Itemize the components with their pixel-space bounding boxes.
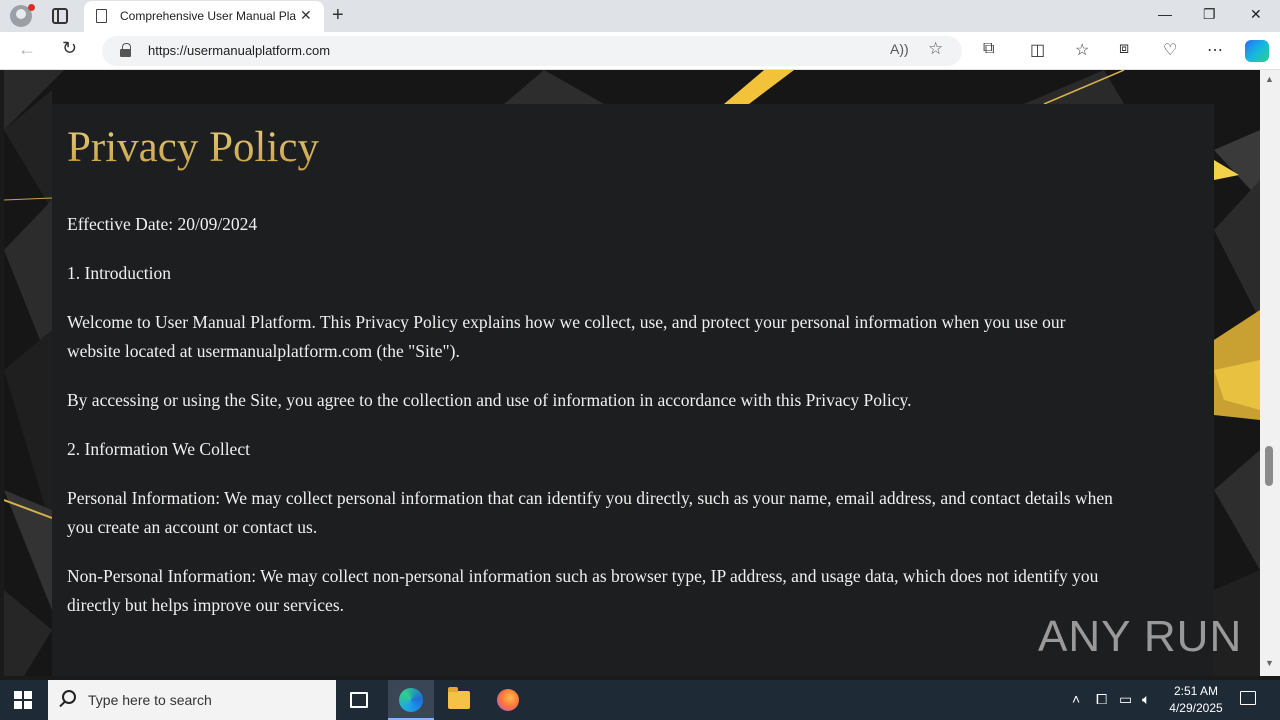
edge-taskbar-button[interactable] <box>388 680 434 720</box>
tab-actions-icon[interactable] <box>52 8 68 24</box>
clock-date: 4/29/2025 <box>1169 701 1223 715</box>
tab-close-button[interactable]: ✕ <box>300 7 312 24</box>
policy-article: Privacy Policy Effective Date: 20/09/202… <box>67 120 1117 640</box>
lock-icon[interactable] <box>120 43 131 57</box>
scroll-up-icon[interactable]: ▲ <box>1265 74 1274 84</box>
favorite-star-icon[interactable]: ☆ <box>928 39 943 59</box>
file-explorer-icon[interactable] <box>448 687 470 709</box>
page-scrollbar[interactable]: ▲ ▼ <box>1260 70 1280 676</box>
split-screen-icon[interactable]: ◫ <box>1030 40 1045 60</box>
anyrun-watermark: ANY RUN <box>1038 612 1243 661</box>
page-viewport: Privacy Policy Effective Date: 20/09/202… <box>4 70 1260 676</box>
favorites-icon[interactable]: ☆ <box>1075 40 1089 60</box>
page-icon <box>96 9 107 23</box>
task-view-icon[interactable] <box>350 692 368 708</box>
tab-title: Comprehensive User Manual Platform <box>120 9 296 23</box>
search-icon <box>62 690 76 704</box>
taskbar-search[interactable]: Type here to search <box>48 680 336 720</box>
windows-start-icon[interactable] <box>14 691 32 709</box>
system-clock[interactable]: 2:51 AM 4/29/2025 <box>1160 683 1232 717</box>
tab-strip: Comprehensive User Manual Platform ✕ + —… <box>0 0 1280 32</box>
minimize-button[interactable]: — <box>1158 6 1172 22</box>
taskbar: Type here to search ˄ ⧠ ▭ 🔈︎ 2:51 AM 4/2… <box>0 680 1280 720</box>
back-icon[interactable]: ← <box>18 39 36 60</box>
paragraph-welcome: Welcome to User Manual Platform. This Pr… <box>67 312 1066 361</box>
url-text[interactable]: https://usermanualplatform.com <box>148 43 330 58</box>
browser-essentials-icon[interactable]: ♡ <box>1163 40 1177 60</box>
section-heading-introduction: 1. Introduction <box>67 263 172 283</box>
network-icon[interactable]: ▭ <box>1119 691 1132 708</box>
close-window-button[interactable]: ✕ <box>1250 6 1262 23</box>
notification-icon[interactable] <box>1240 691 1256 705</box>
chevron-up-icon[interactable]: ˄ <box>1072 691 1080 707</box>
edge-icon <box>399 688 423 712</box>
volume-icon[interactable]: 🔈︎ <box>1142 691 1150 708</box>
profile-alert-dot <box>28 4 35 11</box>
more-icon[interactable]: ⋯ <box>1207 40 1223 60</box>
page-title: Privacy Policy <box>67 120 1117 176</box>
paragraph-non-personal-info: Non-Personal Information: We may collect… <box>67 566 1099 615</box>
clock-time: 2:51 AM <box>1173 684 1219 698</box>
search-placeholder[interactable]: Type here to search <box>88 692 212 708</box>
restore-button[interactable]: ❐ <box>1203 6 1216 23</box>
new-tab-button[interactable]: + <box>332 4 344 27</box>
scrollbar-thumb[interactable] <box>1265 446 1273 486</box>
firefox-icon[interactable] <box>497 689 519 711</box>
meet-icon[interactable]: ⧠ <box>1096 691 1107 708</box>
section-heading-information: 2. Information We Collect <box>67 439 250 459</box>
tab-active[interactable]: Comprehensive User Manual Platform ✕ <box>84 1 324 32</box>
paragraph-consent: By accessing or using the Site, you agre… <box>67 390 912 410</box>
address-bar[interactable]: https://usermanualplatform.com A)) ☆ <box>102 36 962 66</box>
extensions-icon[interactable]: ⧉ <box>983 40 994 58</box>
paragraph-personal-info: Personal Information: We may collect per… <box>67 488 1113 537</box>
scroll-down-icon[interactable]: ▼ <box>1265 658 1274 668</box>
reload-icon[interactable]: ↻ <box>62 38 77 59</box>
collections-icon[interactable]: ⧈ <box>1119 40 1129 58</box>
copilot-icon[interactable] <box>1245 40 1269 62</box>
effective-date: Effective Date: 20/09/2024 <box>67 214 258 234</box>
read-aloud-icon[interactable]: A)) <box>890 41 909 57</box>
